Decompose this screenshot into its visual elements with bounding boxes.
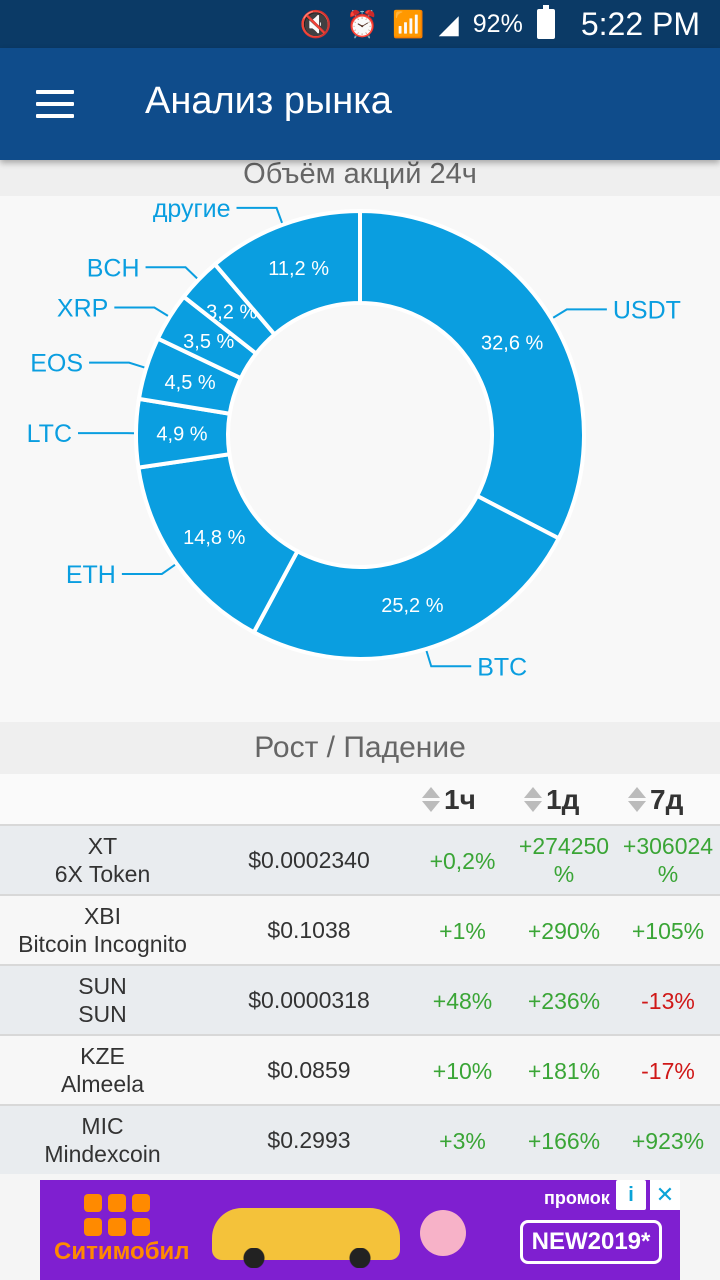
slice-value-label: 14,8 % xyxy=(183,527,245,549)
ad-close-icon[interactable]: ✕ xyxy=(650,1180,680,1210)
alarm-icon: ⏰ xyxy=(346,8,379,39)
coin-name: Almeela xyxy=(60,1071,145,1097)
table-row[interactable]: KZE Almeela $0.0859 +10% +181% -17% xyxy=(0,1034,720,1104)
slice-leader-line xyxy=(89,361,145,369)
coin-name-cell: MIC Mindexcoin xyxy=(0,1112,205,1168)
slice-category-label: BTC xyxy=(477,653,527,681)
change-1d: +181% xyxy=(527,1058,601,1084)
slice-category-label: BCH xyxy=(87,254,140,282)
wifi-icon: 📶 xyxy=(392,8,425,39)
status-bar: 🔇 ⏰ 📶 ◢ 92% 5:22 PM xyxy=(0,0,720,48)
header-label: 7д xyxy=(650,784,684,815)
sort-icon xyxy=(524,787,542,813)
sort-1d-header[interactable]: 1д xyxy=(524,784,579,816)
change-7d: +306024 % xyxy=(622,833,714,887)
slice-category-label: ETH xyxy=(66,561,116,589)
slice-category-label: другие xyxy=(153,196,231,223)
coin-name-cell: KZE Almeela xyxy=(0,1042,205,1098)
slice-leader-line xyxy=(236,206,283,224)
change-7d: -13% xyxy=(641,988,695,1014)
coin-price: $0.1038 xyxy=(267,917,351,943)
battery-percent: 92% xyxy=(472,9,523,38)
coin-name: SUN xyxy=(78,1001,127,1027)
slice-value-label: 11,2 % xyxy=(268,258,329,280)
slice-category-label: XRP xyxy=(57,294,108,322)
slice-category-label: USDT xyxy=(613,296,681,324)
slice-leader-line xyxy=(121,563,176,575)
gainers-table: 1ч 1д 7д XT 6X Token $0.0002340 +0,2% +2… xyxy=(0,774,720,1174)
coin-price: $0.0859 xyxy=(267,1057,351,1083)
header-label: 1ч xyxy=(444,784,476,815)
sort-icon xyxy=(422,787,440,813)
table-row[interactable]: MIC Mindexcoin $0.2993 +3% +166% +923% xyxy=(0,1104,720,1174)
chart-section-title: Объём акций 24ч xyxy=(0,160,720,196)
page-title: Анализ рынка xyxy=(145,80,392,122)
slice-value-label: 32,6 % xyxy=(481,333,543,355)
coin-name-cell: XT 6X Token xyxy=(0,832,205,888)
change-1h: +0,2% xyxy=(429,848,496,874)
donut-slice-usdt[interactable] xyxy=(358,208,586,542)
clock: 5:22 PM xyxy=(580,5,700,42)
donut-svg: 32,6 % USDT 25,2 % BTC 14,8 % ETH 4,9 % LTC 4,5 … xyxy=(27,196,681,681)
slice-category-label: LTC xyxy=(27,420,72,448)
sort-7d-header[interactable]: 7д xyxy=(628,784,683,816)
piggy-bank-icon xyxy=(420,1210,466,1256)
slice-value-label: 3,5 % xyxy=(183,331,234,353)
coin-price: $0.0000318 xyxy=(248,987,370,1013)
slice-leader-line xyxy=(114,306,169,317)
ad-brand: Ситимобил xyxy=(54,1238,190,1265)
slice-category-label: EOS xyxy=(30,350,83,378)
slice-value-label: 4,5 % xyxy=(165,372,216,394)
table-row[interactable]: SUN SUN $0.0000318 +48% +236% -13% xyxy=(0,964,720,1034)
slice-leader-line xyxy=(552,308,607,319)
volume-donut-chart: 32,6 % USDT 25,2 % BTC 14,8 % ETH 4,9 % LTC 4,5 … xyxy=(0,196,720,722)
signal-icon: ◢ xyxy=(438,8,459,39)
coin-symbol: KZE xyxy=(80,1043,125,1069)
coin-name-cell: XBI Bitcoin Incognito xyxy=(0,902,205,958)
change-7d: -17% xyxy=(641,1058,695,1084)
change-1d: +236% xyxy=(527,988,601,1014)
ad-promo-code: NEW2019* xyxy=(520,1220,662,1264)
sort-icon xyxy=(628,787,646,813)
coin-price: $0.2993 xyxy=(267,1127,351,1153)
change-1h: +10% xyxy=(432,1058,493,1084)
app-bar: Анализ рынка xyxy=(0,48,720,160)
coin-symbol: SUN xyxy=(78,973,127,999)
coin-price: $0.0002340 xyxy=(248,847,370,873)
donut-slice-btc[interactable] xyxy=(251,493,562,661)
change-1h: +3% xyxy=(439,1128,486,1154)
coin-name: 6X Token xyxy=(54,861,151,887)
change-1h: +48% xyxy=(432,988,493,1014)
table-header: 1ч 1д 7д xyxy=(0,774,720,824)
slice-leader-line xyxy=(145,266,198,280)
table-section-title: Рост / Падение xyxy=(0,722,720,774)
slice-leader-line xyxy=(425,650,472,668)
mute-icon: 🔇 xyxy=(299,8,333,39)
change-7d: +105% xyxy=(631,918,705,944)
brand-logo-icon xyxy=(84,1194,164,1236)
taxi-car-icon xyxy=(212,1208,400,1268)
table-row[interactable]: XT 6X Token $0.0002340 +0,2% +274250 % +… xyxy=(0,824,720,894)
ad-banner[interactable]: Ситимобил промок NEW2019* i ✕ xyxy=(40,1180,680,1280)
sort-1h-header[interactable]: 1ч xyxy=(422,784,476,816)
change-1d: +166% xyxy=(527,1128,601,1154)
change-7d: +923% xyxy=(631,1128,705,1154)
ad-promo-label: промок xyxy=(544,1188,610,1208)
coin-symbol: XBI xyxy=(83,903,122,929)
header-label: 1д xyxy=(546,784,580,815)
ad-info-icon[interactable]: i xyxy=(616,1180,646,1210)
coin-name-cell: SUN SUN xyxy=(0,972,205,1028)
slice-value-label: 25,2 % xyxy=(381,595,443,617)
menu-icon[interactable] xyxy=(36,90,76,120)
change-1d: +290% xyxy=(527,918,601,944)
slice-value-label: 4,9 % xyxy=(156,424,207,446)
battery-icon xyxy=(536,5,555,39)
coin-name: Bitcoin Incognito xyxy=(18,931,187,957)
coin-name: Mindexcoin xyxy=(44,1141,161,1167)
table-row[interactable]: XBI Bitcoin Incognito $0.1038 +1% +290% … xyxy=(0,894,720,964)
change-1d: +274250 % xyxy=(518,833,610,887)
coin-symbol: MIC xyxy=(81,1113,124,1139)
coin-symbol: XT xyxy=(87,833,118,859)
change-1h: +1% xyxy=(439,918,486,944)
